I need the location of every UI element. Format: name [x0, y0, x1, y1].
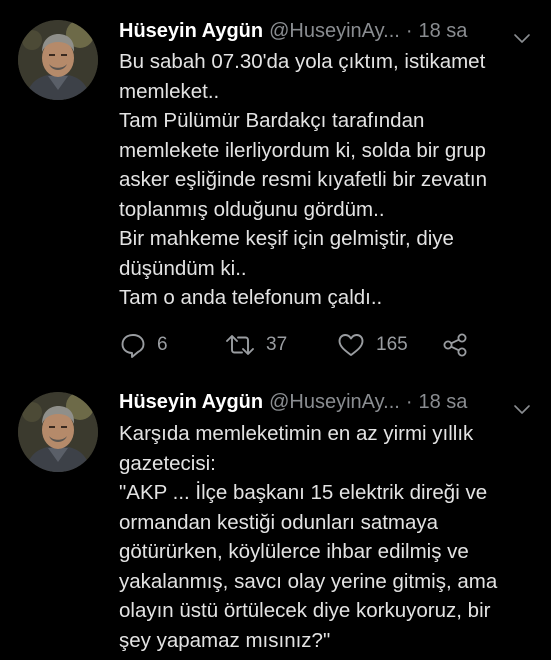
retweet-button[interactable]: 37: [224, 330, 287, 360]
tweet-line: "AKP ... İlçe başkanı 15 elektrik direği…: [119, 481, 488, 504]
tweet-line: memlekete ilerliyordum ki, solda bir gru…: [119, 138, 486, 162]
retweet-icon: [224, 331, 256, 359]
tweet-header: Hüseyin Aygün @HuseyinAy... · 18 sa: [119, 387, 539, 417]
share-button[interactable]: [441, 330, 469, 360]
tweet-line: götürürken, köylülerce ihbar edilmiş ve: [119, 540, 469, 563]
tweet[interactable]: Hüseyin Aygün @HuseyinAy... · 18 sa Bu saba…: [0, 0, 551, 382]
tweet-line: yakalanmış, savcı olay yerine gitmiş, am…: [119, 569, 498, 593]
reply-icon: [119, 331, 147, 359]
tweet[interactable]: Hüseyin Aygün @HuseyinAy... · 18 sa Karşıda…: [0, 382, 551, 660]
tweet-line: düşündüm ki..: [119, 256, 247, 280]
avatar[interactable]: [18, 20, 98, 100]
tweet-line: şey yapamaz mısınız?": [119, 628, 331, 652]
author-handle[interactable]: @HuseyinAy...: [269, 391, 400, 413]
tweet-time[interactable]: 18 sa: [419, 391, 468, 413]
tweet-line: toplanmış olduğunu gördüm..: [119, 197, 385, 221]
like-button[interactable]: 165: [336, 330, 408, 360]
tweet-line: olayın üstü örtülecek diye korkuyoruz, b…: [119, 599, 491, 622]
share-icon: [441, 331, 469, 359]
tweet-line: asker eşliğinde resmi kıyafetli bir zeva…: [119, 168, 488, 191]
avatar[interactable]: [18, 392, 98, 472]
tweet-line: Karşıda memleketimin en az yirmi yıllık: [119, 422, 474, 445]
tweet-text: Karşıda memleketimin en az yirmi yıllık …: [119, 419, 544, 655]
author-name[interactable]: Hüseyin Aygün: [119, 20, 263, 42]
tweet-line: memleket..: [119, 79, 220, 103]
heart-icon: [336, 331, 366, 359]
tweet-line: Tam Pülümür Bardakçı tarafından: [119, 109, 425, 132]
tweet-text: Bu sabah 07.30'da yola çıktım, istikamet…: [119, 47, 544, 313]
tweet-line: Tam o anda telefonum çaldı..: [119, 286, 383, 309]
tweet-line: gazetecisi:: [119, 451, 216, 475]
separator-dot: ·: [405, 20, 413, 42]
retweet-count: 37: [266, 334, 288, 355]
chevron-down-icon[interactable]: [513, 24, 531, 43]
like-count: 165: [376, 334, 408, 355]
tweet-line: ormandan kestiği odunları satmaya: [119, 510, 439, 534]
tweet-header: Hüseyin Aygün @HuseyinAy... · 18 sa: [119, 16, 539, 46]
tweet-actions: 6 37 165: [119, 330, 479, 360]
author-handle[interactable]: @HuseyinAy...: [269, 20, 400, 42]
chevron-down-icon[interactable]: [513, 395, 531, 414]
reply-button[interactable]: 6: [119, 330, 168, 360]
separator-dot: ·: [405, 391, 413, 413]
author-name[interactable]: Hüseyin Aygün: [119, 391, 263, 413]
tweet-line: Bir mahkeme keşif için gelmiştir, diye: [119, 227, 454, 250]
tweet-time[interactable]: 18 sa: [419, 20, 468, 42]
reply-count: 6: [157, 334, 168, 355]
tweet-line: Bu sabah 07.30'da yola çıktım, istikamet: [119, 50, 486, 73]
